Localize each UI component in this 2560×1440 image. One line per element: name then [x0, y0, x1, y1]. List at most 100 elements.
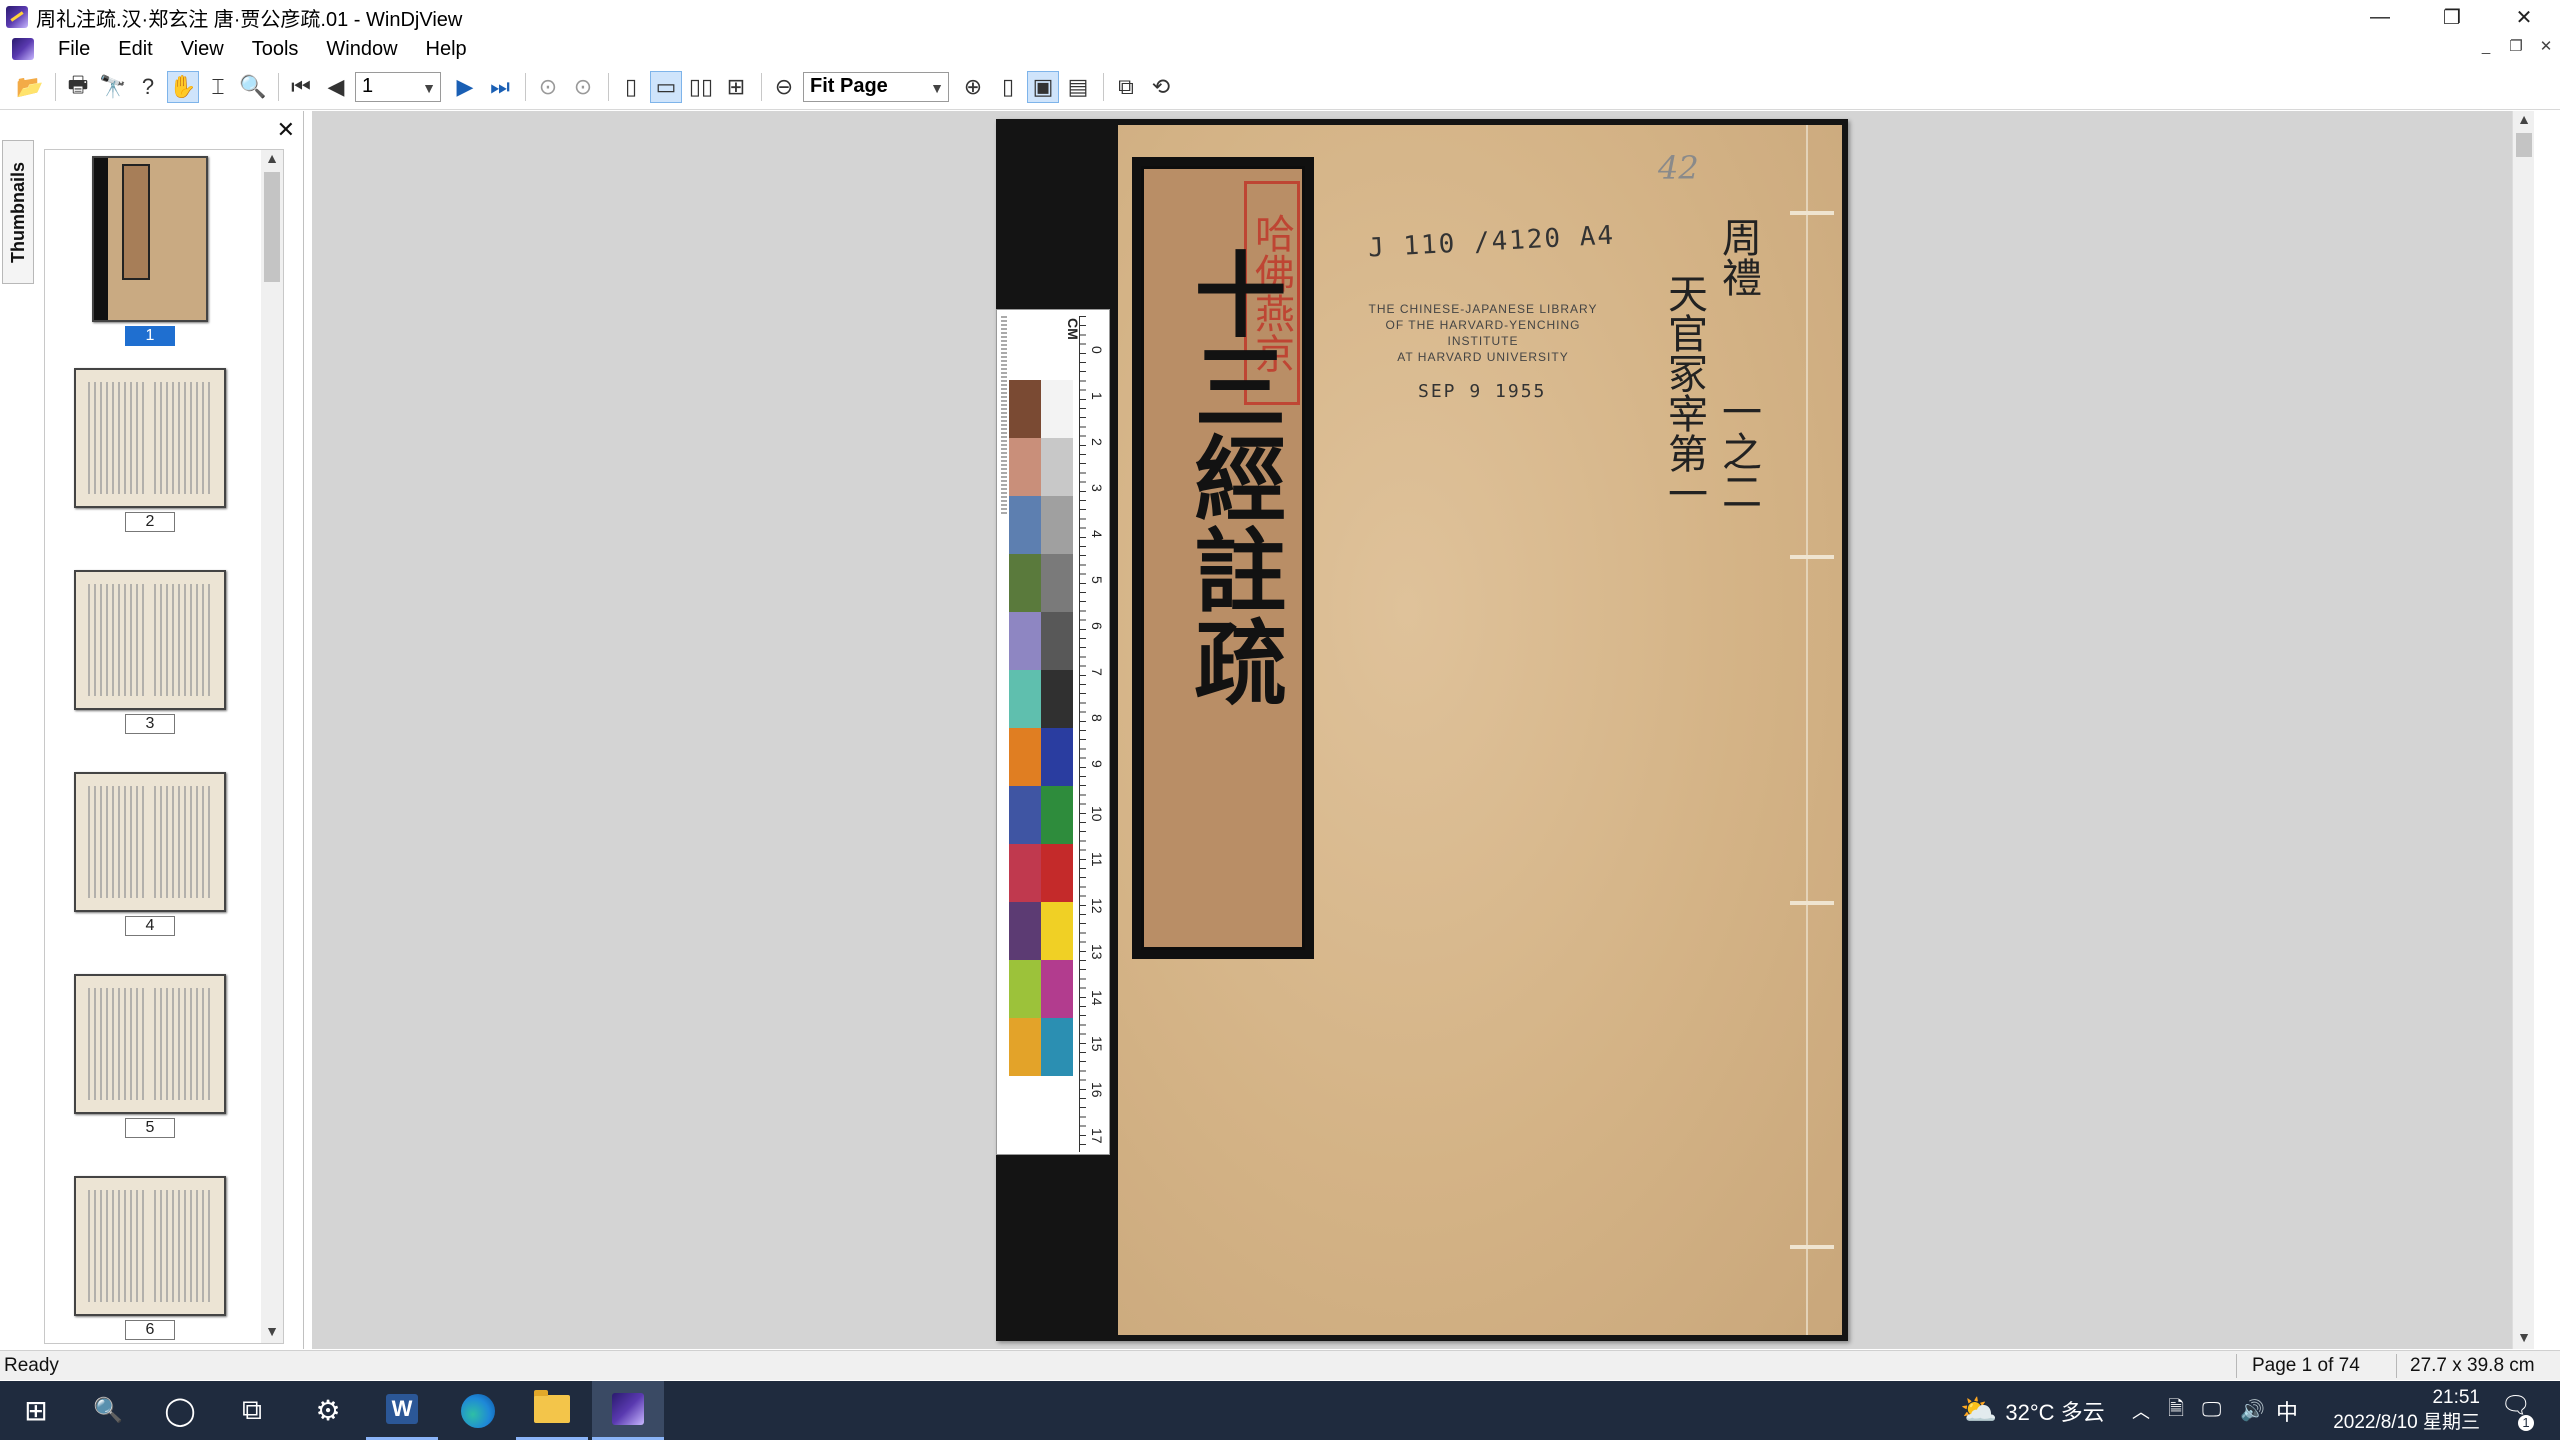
tray-overflow-icon[interactable]: ︿: [2132, 1381, 2150, 1440]
last-page-icon[interactable]: ⏭: [484, 71, 516, 103]
select-tool-icon[interactable]: ⌶: [202, 71, 234, 103]
thumbnail-image[interactable]: [74, 368, 226, 508]
thumbnails-tab[interactable]: Thumbnails: [2, 140, 34, 284]
window-title: 周礼注疏.汉·郑玄注 唐·贾公彦疏.01 - WinDjView: [36, 8, 463, 31]
ruler-tick-label: 8: [1089, 714, 1105, 722]
folder-icon: [534, 1390, 570, 1423]
volume-icon[interactable]: 🔊: [2240, 1381, 2265, 1440]
mdi-close-button[interactable]: ✕: [2538, 38, 2554, 56]
scrollbar-thumb[interactable]: [264, 172, 280, 282]
thumbnail-page-number: 2: [125, 512, 175, 532]
chevron-down-icon[interactable]: ▼: [930, 73, 944, 103]
menu-file[interactable]: File: [44, 38, 104, 61]
thumbnail-item[interactable]: 4: [45, 772, 255, 936]
windjview-taskbar-button[interactable]: [592, 1381, 664, 1440]
windjview-app-icon[interactable]: [6, 6, 28, 28]
ruler-unit-label: CM: [1065, 318, 1081, 340]
zoom-tool-icon[interactable]: 🔍: [237, 71, 269, 103]
thumbnail-image[interactable]: [74, 772, 226, 912]
fit-width-icon[interactable]: ▯: [992, 71, 1024, 103]
thumbnail-item[interactable]: 2: [45, 368, 255, 532]
usb-drive-icon[interactable]: 🗎: [2168, 1381, 2184, 1440]
menu-help[interactable]: Help: [412, 38, 481, 61]
explorer-taskbar-button[interactable]: [516, 1381, 588, 1440]
open-icon[interactable]: 📂: [14, 71, 46, 103]
scrollbar-thumb[interactable]: [2516, 133, 2532, 157]
thumbnail-image[interactable]: [92, 156, 208, 322]
hand-tool-icon[interactable]: ✋: [167, 70, 199, 103]
notification-center-button[interactable]: 🗨 1: [2494, 1391, 2538, 1431]
close-button[interactable]: ✕: [2488, 0, 2560, 34]
thumbnail-image[interactable]: [74, 1176, 226, 1316]
ime-indicator[interactable]: 中: [2276, 1381, 2298, 1440]
task-view-icon[interactable]: ⧉: [216, 1381, 288, 1440]
system-clock[interactable]: 21:51 2022/8/10 星期三: [2310, 1385, 2480, 1435]
print-icon[interactable]: 🖶: [62, 71, 94, 103]
continuous-facing-icon[interactable]: ⊞: [720, 71, 752, 103]
document-scrollbar[interactable]: ▲ ▼: [2512, 111, 2534, 1349]
document-view[interactable]: CM 0 1 2 3 4 5 6 7 8 9 10 11 12 13 14 15 16 17 哈佛燕京 十三經註疏…: [312, 111, 2534, 1349]
zoom-in-icon[interactable]: ⊕: [957, 71, 989, 103]
windjview-icon: [612, 1393, 644, 1425]
toolbar-separator: [608, 72, 609, 101]
display-mode-icon[interactable]: ⧉: [1110, 71, 1142, 103]
weather-widget[interactable]: ⛅ 32°C 多云: [1960, 1381, 2105, 1440]
scroll-down-icon[interactable]: ▼: [261, 1323, 283, 1343]
find-icon[interactable]: 🔭: [97, 71, 129, 103]
minimize-button[interactable]: —: [2344, 0, 2416, 34]
binding-stitch: [1790, 555, 1834, 559]
ruler-tick-label: 15: [1089, 1036, 1105, 1052]
close-icon[interactable]: ✕: [277, 117, 295, 143]
document-page: CM 0 1 2 3 4 5 6 7 8 9 10 11 12 13 14 15 16 17 哈佛燕京 十三經註疏…: [996, 119, 1848, 1341]
ruler-tick-label: 2: [1089, 438, 1105, 446]
first-page-icon[interactable]: ⏮: [285, 71, 317, 103]
help-icon[interactable]: ?: [132, 71, 164, 103]
vertical-text-chapter: 天官冢宰第一: [1661, 273, 1707, 513]
settings-icon[interactable]: ⚙: [292, 1381, 364, 1440]
menu-edit[interactable]: Edit: [104, 38, 166, 61]
window-controls: — ❐ ✕: [2344, 0, 2560, 34]
mdi-restore-button[interactable]: ❐: [2508, 38, 2524, 56]
back-icon[interactable]: ⊙: [532, 71, 564, 103]
thumbnail-item[interactable]: 5: [45, 974, 255, 1138]
color-swatch: [1041, 728, 1073, 786]
network-icon[interactable]: 🖵: [2202, 1381, 2221, 1440]
thumbnail-item[interactable]: 3: [45, 570, 255, 734]
fit-page-icon[interactable]: ▣: [1027, 70, 1059, 103]
edge-taskbar-button[interactable]: [442, 1381, 514, 1440]
menu-tools[interactable]: Tools: [238, 38, 313, 61]
thumbnail-image[interactable]: [74, 570, 226, 710]
restore-button[interactable]: ❐: [2416, 0, 2488, 34]
previous-page-icon[interactable]: ◀: [320, 71, 352, 103]
next-page-icon[interactable]: ▶: [449, 71, 481, 103]
menu-view[interactable]: View: [167, 38, 238, 61]
single-page-icon[interactable]: ▯: [615, 71, 647, 103]
thumbnail-image[interactable]: [74, 974, 226, 1114]
facing-icon[interactable]: ▯▯: [685, 71, 717, 103]
word-taskbar-button[interactable]: W: [366, 1381, 438, 1440]
document-menu-icon[interactable]: [12, 38, 34, 60]
start-button-icon[interactable]: ⊞: [0, 1381, 72, 1440]
mdi-minimize-button[interactable]: _: [2478, 38, 2494, 56]
chevron-down-icon[interactable]: ▼: [422, 73, 436, 103]
rotate-icon[interactable]: ⟲: [1145, 71, 1177, 103]
thumbnail-item[interactable]: 6: [45, 1176, 255, 1340]
binding-stitch: [1790, 1245, 1834, 1249]
page-number-combo[interactable]: 1 ▼: [355, 71, 441, 103]
zoom-combo[interactable]: Fit Page ▼: [803, 71, 949, 103]
cortana-icon[interactable]: ◯: [144, 1381, 216, 1440]
color-swatch: [1009, 844, 1041, 902]
forward-icon[interactable]: ⊙: [567, 71, 599, 103]
color-swatch: [1009, 1018, 1041, 1076]
color-swatch: [1041, 496, 1073, 554]
continuous-icon[interactable]: ▭: [650, 70, 682, 103]
scroll-down-icon[interactable]: ▼: [2513, 1329, 2535, 1349]
actual-size-icon[interactable]: ▤: [1062, 71, 1094, 103]
scroll-up-icon[interactable]: ▲: [2513, 111, 2535, 131]
thumbnail-scrollbar[interactable]: ▲ ▼: [261, 150, 283, 1343]
search-icon[interactable]: 🔍: [72, 1381, 144, 1440]
menu-window[interactable]: Window: [312, 38, 411, 61]
scroll-up-icon[interactable]: ▲: [261, 150, 283, 170]
zoom-out-icon[interactable]: ⊖: [768, 71, 800, 103]
thumbnail-item[interactable]: 1: [45, 156, 255, 346]
